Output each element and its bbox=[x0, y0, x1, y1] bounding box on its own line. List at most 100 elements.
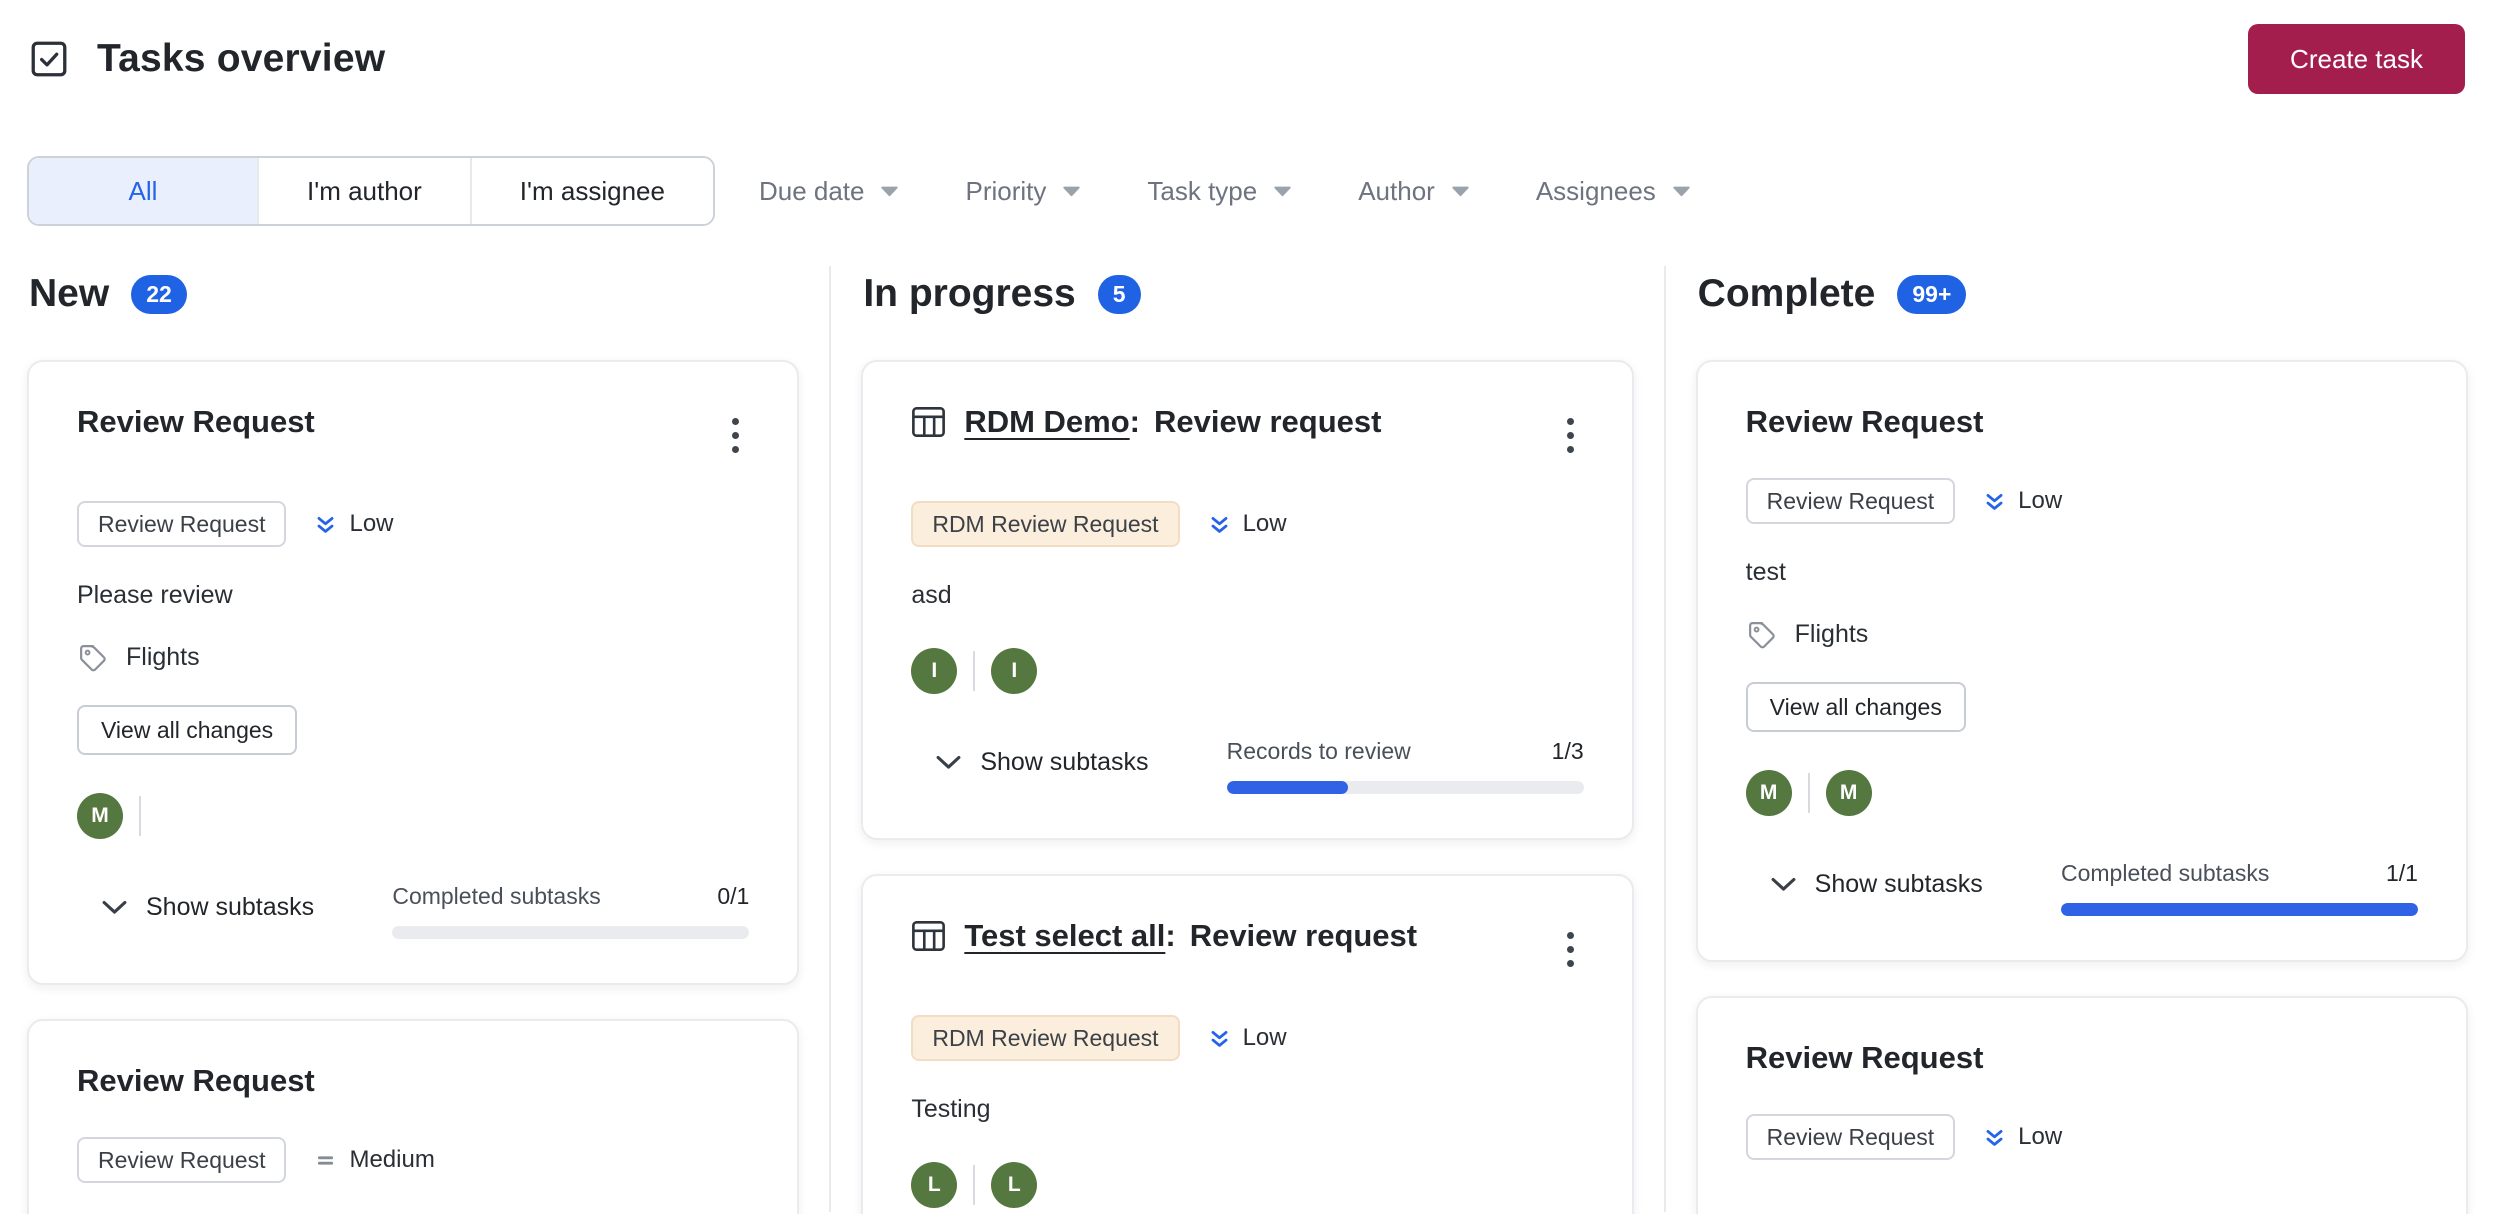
table-icon bbox=[911, 920, 946, 952]
show-subtasks-label: Show subtasks bbox=[146, 893, 314, 922]
progress-label: Completed subtasks bbox=[2061, 860, 2269, 887]
kebab-menu-icon[interactable] bbox=[1557, 922, 1584, 977]
avatar-row: L L bbox=[911, 1162, 1583, 1208]
kebab-menu-icon[interactable] bbox=[1557, 408, 1584, 463]
card-title: Review Request bbox=[1746, 404, 1984, 440]
card-title-rest: Review request bbox=[1154, 404, 1381, 440]
card-description: Testing bbox=[911, 1095, 1583, 1124]
progress-value: 0/1 bbox=[717, 883, 749, 910]
column-complete: Complete 99+ Review Request Review Reque… bbox=[1664, 266, 2498, 1212]
column-header-new: New 22 bbox=[29, 272, 799, 316]
record-link[interactable]: RDM Demo bbox=[964, 404, 1129, 440]
tag-row: Flights bbox=[77, 642, 749, 673]
card-description: Please review bbox=[77, 581, 749, 610]
card-title: Test select all: Review request bbox=[911, 918, 1417, 954]
segment-all[interactable]: All bbox=[29, 158, 257, 224]
progress-bar-fill bbox=[1227, 781, 1348, 794]
avatar-row: M M bbox=[1746, 770, 2418, 816]
title-colon: : bbox=[1165, 918, 1175, 954]
column-count-badge: 99+ bbox=[1897, 275, 1966, 314]
page-title-wrap: Tasks overview bbox=[27, 37, 385, 81]
segment-im-assignee[interactable]: I'm assignee bbox=[470, 158, 713, 224]
column-in-progress: In progress 5 RDM Demo: Review request R… bbox=[829, 266, 1663, 1212]
avatar: M bbox=[1826, 770, 1872, 816]
tag-icon bbox=[1746, 619, 1777, 650]
subtasks-progress: Completed subtasks 0/1 bbox=[392, 883, 749, 939]
task-card[interactable]: Review Request Review Request Low bbox=[1696, 996, 2468, 1214]
create-task-button[interactable]: Create task bbox=[2248, 24, 2465, 94]
task-type-chip: Review Request bbox=[77, 501, 286, 547]
page-title: Tasks overview bbox=[97, 37, 385, 81]
caret-down-icon bbox=[1273, 185, 1292, 197]
filter-assignees[interactable]: Assignees bbox=[1536, 176, 1691, 207]
caret-down-icon bbox=[1451, 185, 1470, 197]
show-subtasks-toggle[interactable]: Show subtasks bbox=[935, 748, 1148, 777]
show-subtasks-toggle[interactable]: Show subtasks bbox=[101, 893, 314, 922]
filter-dropdowns: Due date Priority Task type Author Assig… bbox=[759, 176, 1691, 207]
subtasks-progress: Completed subtasks 1/1 bbox=[2061, 860, 2418, 916]
card-title-rest: Review request bbox=[1190, 918, 1417, 954]
avatar-row: M bbox=[77, 793, 749, 839]
task-type-chip: RDM Review Request bbox=[911, 1015, 1179, 1061]
task-card[interactable]: Test select all: Review request RDM Revi… bbox=[861, 874, 1633, 1214]
show-subtasks-label: Show subtasks bbox=[980, 748, 1148, 777]
priority-label: Low bbox=[2018, 1123, 2062, 1151]
card-title: Review Request bbox=[77, 404, 315, 440]
column-count-badge: 5 bbox=[1098, 275, 1141, 314]
column-title: In progress bbox=[863, 272, 1075, 316]
chevron-down-icon bbox=[1770, 876, 1797, 893]
priority-low-icon bbox=[1981, 1124, 2008, 1151]
task-card[interactable]: Review Request Review Request Low test F… bbox=[1696, 360, 2468, 962]
avatar-divider bbox=[1808, 773, 1810, 813]
priority-label: Low bbox=[1243, 510, 1287, 538]
task-card[interactable]: RDM Demo: Review request RDM Review Requ… bbox=[861, 360, 1633, 840]
tag-label: Flights bbox=[126, 643, 200, 672]
segment-im-author[interactable]: I'm author bbox=[257, 158, 470, 224]
record-link[interactable]: Test select all bbox=[964, 918, 1165, 954]
priority-label: Low bbox=[1243, 1024, 1287, 1052]
card-description: test bbox=[1746, 558, 2418, 587]
avatar-row: I I bbox=[911, 648, 1583, 694]
filter-task-type[interactable]: Task type bbox=[1147, 176, 1292, 207]
priority-low-icon bbox=[1206, 1025, 1233, 1052]
filter-label: Due date bbox=[759, 176, 865, 207]
priority-indicator: Low bbox=[1981, 487, 2062, 515]
progress-label: Records to review bbox=[1227, 738, 1411, 765]
filter-due-date[interactable]: Due date bbox=[759, 176, 900, 207]
priority-indicator: Low bbox=[1981, 1123, 2062, 1151]
kebab-menu-icon[interactable] bbox=[722, 408, 749, 463]
caret-down-icon bbox=[1672, 185, 1691, 197]
avatar: M bbox=[1746, 770, 1792, 816]
avatar-divider bbox=[973, 1165, 975, 1205]
tasks-overview-page: Tasks overview Create task All I'm autho… bbox=[0, 0, 2498, 1214]
tag-label: Flights bbox=[1795, 620, 1869, 649]
task-type-chip: Review Request bbox=[1746, 478, 1955, 524]
avatar: L bbox=[991, 1162, 1037, 1208]
priority-indicator: Low bbox=[312, 510, 393, 538]
view-all-changes-button[interactable]: View all changes bbox=[1746, 682, 1966, 732]
avatar: I bbox=[911, 648, 957, 694]
task-type-chip: Review Request bbox=[77, 1137, 286, 1183]
tasks-checkbox-icon bbox=[27, 37, 71, 81]
card-title: Review Request bbox=[1746, 1040, 1984, 1076]
task-type-chip: Review Request bbox=[1746, 1114, 1955, 1160]
card-title: RDM Demo: Review request bbox=[911, 404, 1381, 440]
records-progress: Records to review 1/3 bbox=[1227, 738, 1584, 794]
show-subtasks-label: Show subtasks bbox=[1815, 870, 1983, 899]
progress-label: Completed subtasks bbox=[392, 883, 600, 910]
priority-low-icon bbox=[1981, 488, 2008, 515]
column-title: Complete bbox=[1698, 272, 1876, 316]
priority-low-icon bbox=[1206, 511, 1233, 538]
filter-priority[interactable]: Priority bbox=[965, 176, 1081, 207]
priority-label: Medium bbox=[349, 1146, 434, 1174]
filter-author[interactable]: Author bbox=[1358, 176, 1470, 207]
view-all-changes-button[interactable]: View all changes bbox=[77, 705, 297, 755]
column-header-in-progress: In progress 5 bbox=[863, 272, 1633, 316]
column-header-complete: Complete 99+ bbox=[1698, 272, 2468, 316]
avatar: M bbox=[77, 793, 123, 839]
caret-down-icon bbox=[880, 185, 899, 197]
filter-bar: All I'm author I'm assignee Due date Pri… bbox=[27, 156, 2498, 226]
task-card[interactable]: Review Request Review Request Medium bbox=[27, 1019, 799, 1214]
show-subtasks-toggle[interactable]: Show subtasks bbox=[1770, 870, 1983, 899]
task-card[interactable]: Review Request Review Request Low Please… bbox=[27, 360, 799, 985]
